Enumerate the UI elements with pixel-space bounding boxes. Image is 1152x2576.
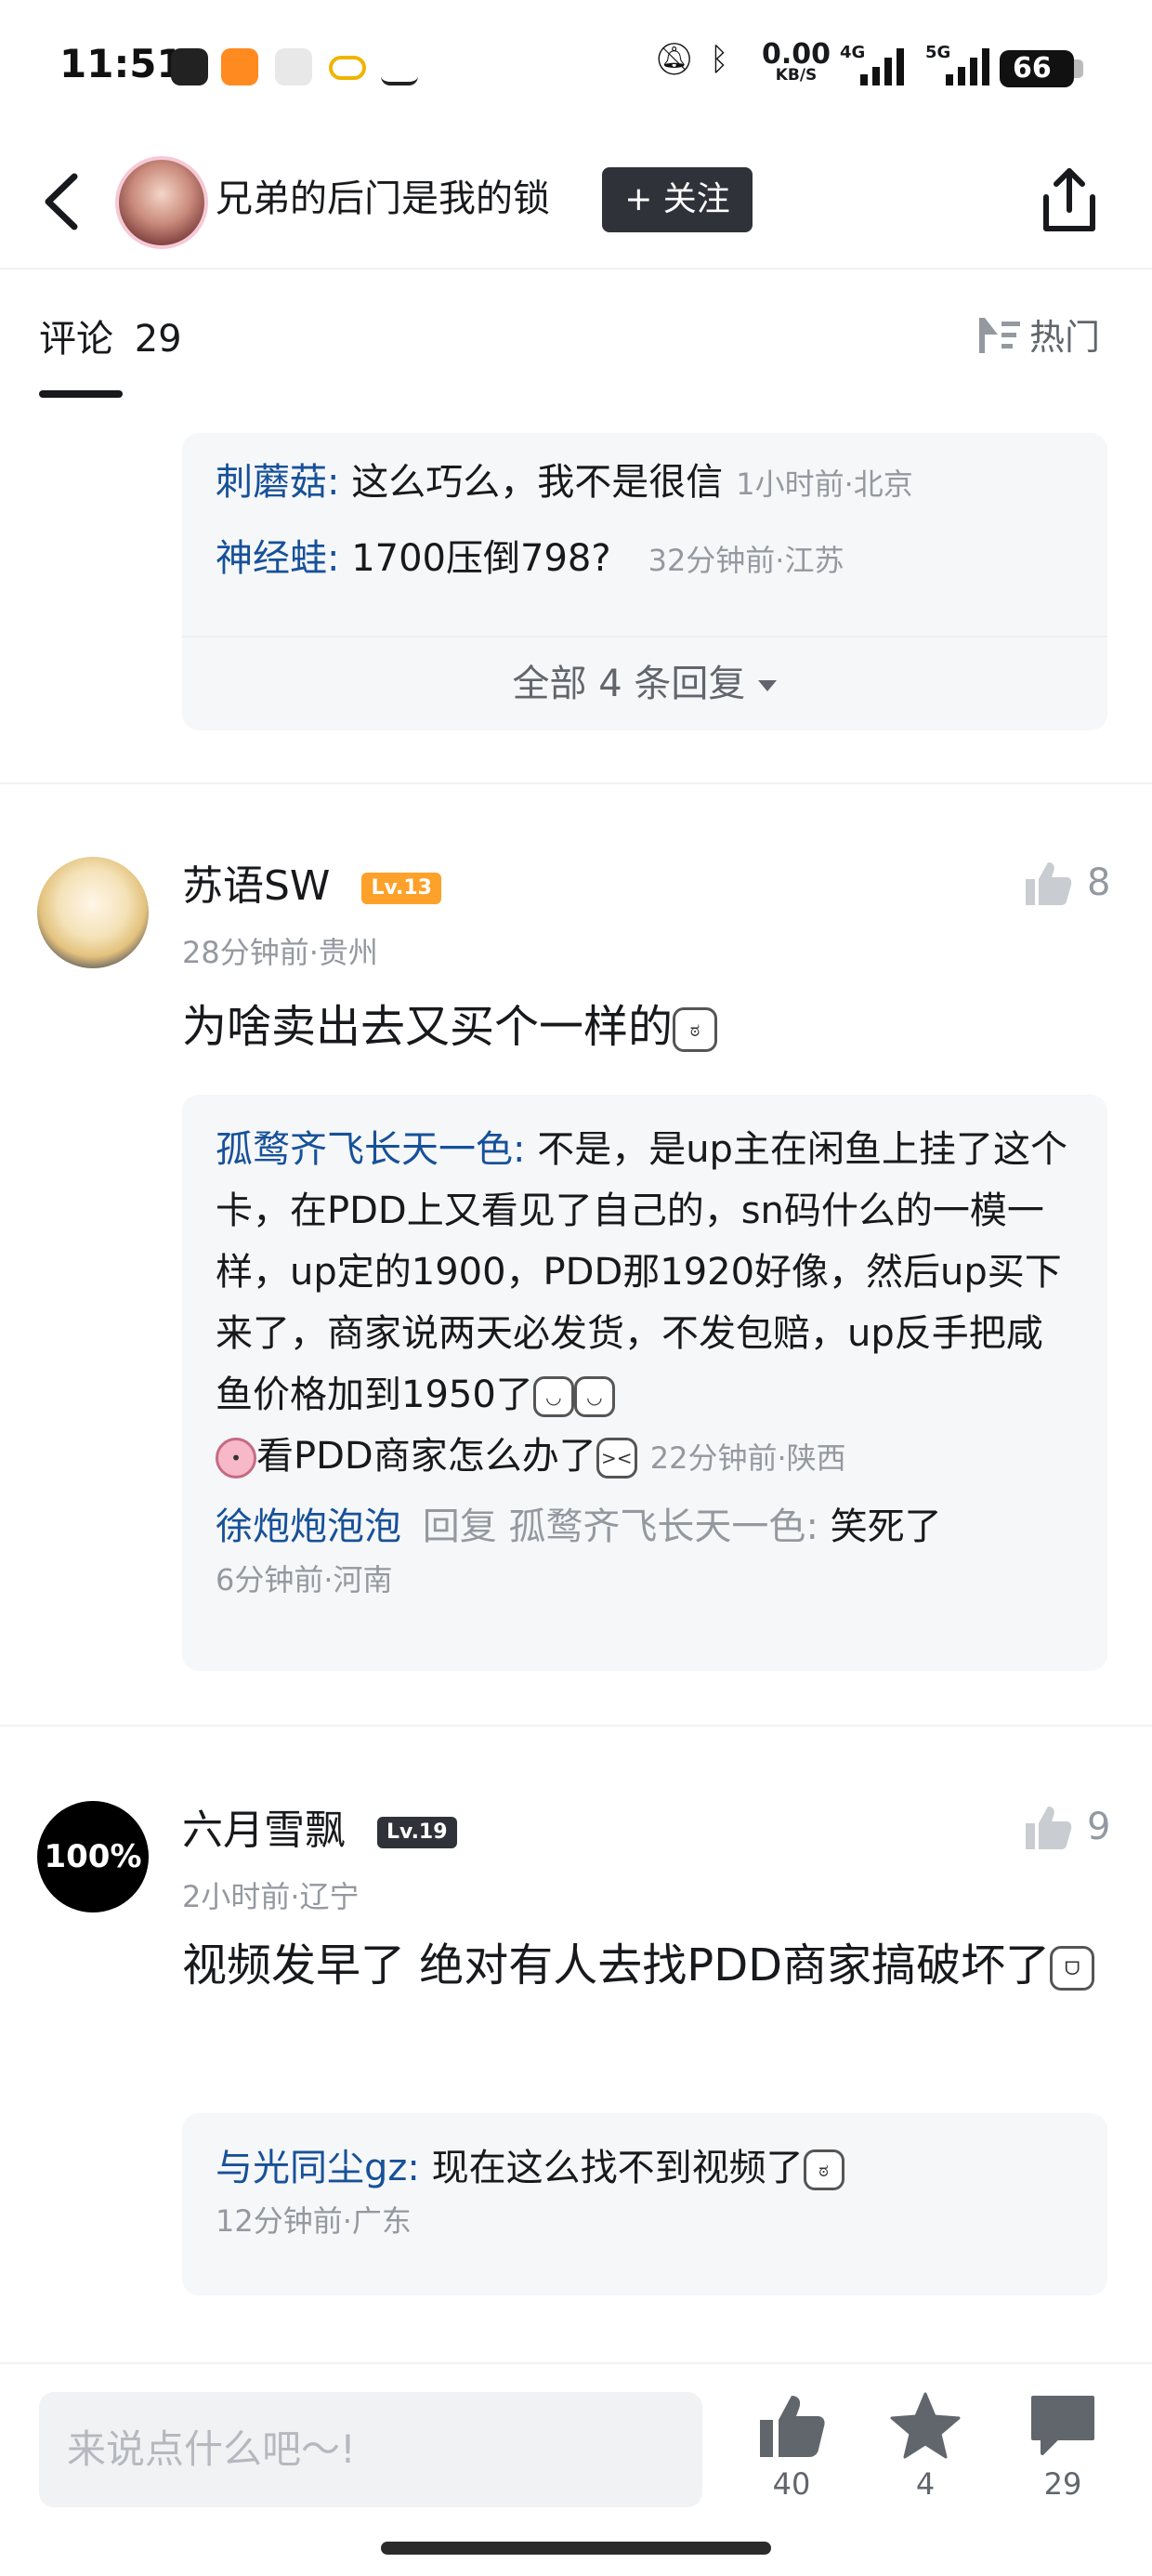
avatar[interactable]: 100% [37, 1801, 149, 1912]
reply-author[interactable]: 与光同尘gz [216, 2147, 407, 2189]
chevron-left-icon [45, 173, 78, 230]
reply-target[interactable]: 孤鹜齐飞长天一色 [508, 1505, 805, 1548]
tab-comments[interactable]: 评论 29 [39, 309, 182, 362]
comment-meta: 2小时前·辽宁 [182, 1879, 360, 1914]
status-bar: 11:51 🔕︎ ᛒ 0.00 KB/S 4G 5G 66 [0, 0, 1152, 139]
thumbs-up-icon [760, 2396, 825, 2457]
app-notification-icon [221, 48, 258, 85]
share-button[interactable] [1039, 165, 1100, 236]
caret-down-icon [758, 680, 778, 691]
home-indicator[interactable] [381, 2542, 771, 2555]
comment-count: 29 [1043, 2466, 1082, 2502]
emoji-icon: ◡ [532, 1376, 574, 1417]
reply-meta: 1小时前·北京 [736, 467, 913, 502]
reply-author[interactable]: 孤鹜齐飞长天一色 [216, 1128, 513, 1171]
tab-comments-count: 29 [134, 318, 182, 361]
app-notification-icon [275, 48, 312, 85]
follow-button[interactable]: + 关注 [602, 167, 753, 232]
favorite-button[interactable]: 4 [879, 2390, 972, 2502]
tab-comments-label: 评论 [39, 318, 113, 361]
comment-text: 视频发早了 绝对有人去找PDD商家搞破坏了 ᗜ [182, 1925, 1111, 2005]
author-name: 六月雪飘 [182, 1807, 346, 1854]
top-nav: 兄弟的后门是我的锁 + 关注 [0, 139, 1152, 269]
comment-author[interactable]: 苏语SW Lv.13 [182, 859, 441, 914]
app-notification-icon [171, 48, 208, 85]
reply-list: 与光同尘gz: 现在这么找不到视频了 ಠ 12分钟前·广东 [182, 2113, 1107, 2295]
thumbs-up-icon [1026, 862, 1072, 905]
reply-author[interactable]: 神经蛙 [216, 537, 327, 580]
like-video-button[interactable]: 40 [745, 2390, 838, 2502]
reply-keyword: 回复 [422, 1505, 497, 1548]
uploader-name[interactable]: 兄弟的后门是我的锁 [216, 171, 550, 227]
expand-replies-button[interactable]: 全部 4 条回复 [182, 636, 1107, 729]
sort-icon [979, 317, 1020, 353]
uploader-avatar[interactable] [115, 156, 208, 249]
reply-item[interactable]: 徐炮炮泡泡 回复 孤鹜齐飞长天一色: 笑死了 [216, 1496, 1074, 1557]
comment-input[interactable]: 来说点什么吧～! [39, 2392, 702, 2507]
reply-item[interactable]: 刺蘑菇: 这么巧么，我不是很信 1小时前·北京 [216, 452, 1074, 515]
cloud-icon [329, 56, 366, 80]
reply-author[interactable]: 徐炮炮泡泡 [216, 1505, 401, 1548]
reply-meta: 12分钟前·广东 [216, 2203, 412, 2239]
avatar-text: 100% [44, 1838, 142, 1875]
emoji-icon: • [216, 1438, 256, 1479]
emoji-icon: >< [596, 1438, 637, 1479]
comments-button[interactable]: 29 [1016, 2390, 1109, 2502]
sort-label: 热门 [1029, 317, 1101, 358]
comment-author[interactable]: 六月雪飘 Lv.19 [182, 1803, 457, 1859]
battery-indicator: 66 [1000, 50, 1083, 87]
reply-list: 刺蘑菇: 这么巧么，我不是很信 1小时前·北京 神经蛙: 1700压倒798? 32… [182, 433, 1107, 730]
like-button[interactable]: 9 [1022, 1803, 1110, 1851]
reply-meta: 22分钟前·陕西 [649, 1440, 846, 1476]
divider [0, 1725, 1152, 1727]
comment-meta: 28分钟前·贵州 [182, 935, 378, 970]
favorite-count: 4 [915, 2466, 936, 2502]
divider [0, 782, 1152, 784]
reply-text: 1700压倒798? [351, 537, 611, 580]
back-button[interactable] [37, 169, 93, 234]
reply-text: 这么巧么，我不是很信 [351, 461, 724, 504]
avatar[interactable] [37, 857, 149, 968]
expand-replies-label: 全部 4 条回复 [512, 663, 746, 705]
reply-text-cont: 看PDD商家怎么办了 [256, 1435, 596, 1478]
font-icon [381, 48, 418, 85]
share-icon [1043, 168, 1095, 231]
network-speed: 0.00 KB/S [762, 41, 831, 85]
bluetooth-icon: ᛒ [710, 41, 729, 78]
reply-text: 不是，是up主在闲鱼上挂了这个卡，在PDD上又看见了自己的，sn码什么的一模一样… [216, 1128, 1067, 1416]
comment-tabs: 评论 29 热门 [0, 271, 1152, 401]
reply-meta: 32分钟前·江苏 [648, 543, 844, 578]
sort-button[interactable]: 热门 [977, 309, 1100, 360]
signal-icon [946, 48, 989, 85]
comment-body: 视频发早了 绝对有人去找PDD商家搞破坏了 [182, 1939, 1051, 1991]
mute-icon: 🔕︎ [654, 41, 695, 78]
star-icon [890, 2392, 961, 2459]
comment-body: 为啥卖出去又买个一样的 [182, 1001, 674, 1053]
reply-text: 现在这么找不到视频了 [431, 2147, 804, 2189]
signal-icon [860, 48, 904, 85]
clock: 11:51 [59, 41, 184, 86]
emoji-icon: ◡ [573, 1376, 615, 1417]
like-count: 9 [1087, 1806, 1111, 1848]
reply-text: 笑死了 [830, 1505, 942, 1548]
like-button[interactable]: 8 [1022, 859, 1110, 907]
emoji-icon: ಠ [673, 1007, 718, 1052]
level-badge: Lv.13 [361, 873, 441, 904]
reply-list: 孤鹜齐飞长天一色: 不是，是up主在闲鱼上挂了这个卡，在PDD上又看见了自己的，… [182, 1095, 1107, 1671]
level-badge: Lv.19 [377, 1817, 457, 1848]
emoji-icon: ᗜ [1050, 1946, 1095, 1991]
comment-bubble-icon [1031, 2396, 1094, 2455]
author-name: 苏语SW [182, 862, 331, 910]
comment-text: 为啥卖出去又买个一样的 ಠ [182, 987, 1111, 1067]
reply-item[interactable]: 孤鹜齐飞长天一色: 不是，是up主在闲鱼上挂了这个卡，在PDD上又看见了自己的，… [216, 1119, 1074, 1489]
thumbs-up-icon [1026, 1807, 1072, 1849]
tab-active-indicator [39, 390, 123, 398]
reply-item[interactable]: 神经蛙: 1700压倒798? 32分钟前·江苏 [216, 528, 1074, 591]
reply-item[interactable]: 与光同尘gz: 现在这么找不到视频了 ಠ [216, 2137, 1074, 2199]
emoji-icon: ಠ [803, 2149, 844, 2190]
like-count: 40 [772, 2466, 811, 2502]
like-count: 8 [1087, 861, 1111, 904]
reply-author[interactable]: 刺蘑菇 [216, 461, 327, 504]
reply-meta: 6分钟前·河南 [216, 1562, 393, 1597]
